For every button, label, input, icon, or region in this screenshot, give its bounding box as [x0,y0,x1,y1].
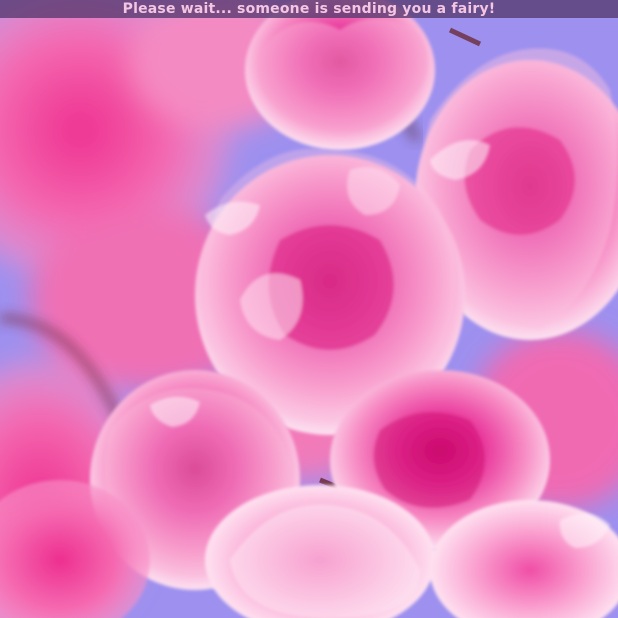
app-window: Please wait... someone is sending you a … [0,0,618,618]
status-banner: Please wait... someone is sending you a … [0,0,618,18]
banner-message: Please wait... someone is sending you a … [122,1,496,17]
cherry-blossom-photo [0,0,618,618]
